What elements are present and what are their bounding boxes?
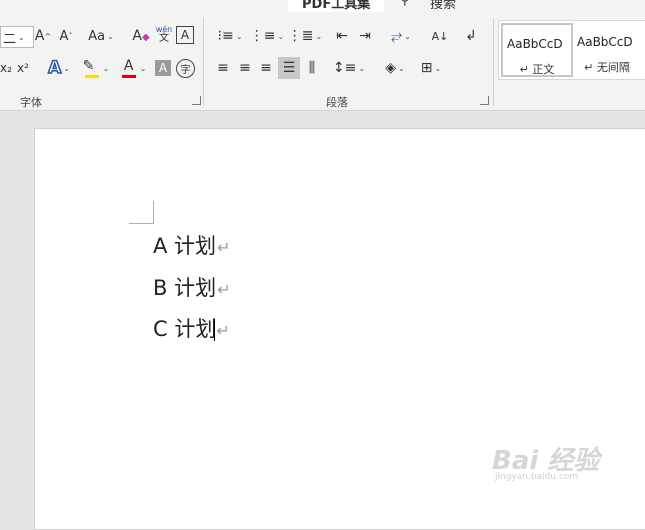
font-color-button[interactable]: A ⌄ (116, 58, 150, 78)
style-no-spacing[interactable]: AaBbCcD ↵ 无间隔 (573, 23, 641, 74)
ribbon-tab-bar: PDF工具集 ⚲ 搜索 (0, 0, 645, 12)
font-size-dropdown[interactable]: 二 ⌄ (0, 26, 34, 48)
highlight-color-button[interactable]: ✎ ⌄ (80, 58, 112, 78)
subscript-button[interactable]: x₂ (0, 58, 12, 78)
decrease-indent-icon: ⇤ (336, 28, 348, 44)
line-spacing-button[interactable]: ↕≡ ⌄ (332, 58, 366, 78)
highlighter-icon: ✎ (83, 58, 101, 78)
change-case-icon: Aa (88, 28, 106, 44)
clear-format-icon: A◆ (132, 28, 150, 44)
character-border-button[interactable]: A (176, 26, 194, 44)
multilevel-list-button[interactable]: ⋮≣ ⌄ (288, 26, 322, 46)
paragraph-dialog-launcher-icon[interactable] (480, 96, 489, 105)
align-left-button[interactable]: ≡ (213, 58, 233, 78)
sort-button[interactable]: A↓ (430, 26, 450, 46)
paragraph-1[interactable]: A 计划↵ (153, 230, 230, 260)
paragraph-group-label: 段落 (326, 96, 348, 109)
character-shading-button[interactable]: A (155, 60, 171, 76)
superscript-icon: x² (17, 61, 29, 75)
bullets-button[interactable]: ⁝≡ ⌄ (213, 26, 247, 46)
superscript-button[interactable]: x² (16, 58, 30, 78)
paint-bucket-icon: ◈ (385, 60, 397, 76)
paragraph-mark-icon: ↵ (216, 321, 230, 340)
paragraph-mark-icon: ↵ (217, 238, 231, 257)
grow-font-icon: A (34, 28, 45, 44)
increase-indent-button[interactable]: ⇥ (355, 26, 375, 46)
enclose-characters-icon: 字 (180, 65, 191, 76)
paragraph-mark-icon: ↵ (217, 280, 231, 299)
grow-font-button[interactable]: A ^ (34, 26, 52, 46)
subscript-icon: x₂ (0, 61, 12, 75)
text-effects-icon: A (47, 57, 62, 79)
show-formatting-marks-button[interactable]: ↲ (461, 26, 481, 46)
align-right-icon: ≡ (260, 60, 272, 76)
search-icon[interactable]: ⚲ (400, 0, 410, 8)
style-normal[interactable]: AaBbCcD ↵ 正文 (501, 23, 573, 77)
font-dialog-launcher-icon[interactable] (192, 96, 201, 105)
font-color-icon: A (120, 58, 138, 78)
phonetic-guide-button[interactable]: wén 文 (155, 24, 173, 44)
style-name: ↵ 无间隔 (584, 61, 630, 74)
paragraph-3[interactable]: C 计划↵ (153, 313, 230, 343)
character-border-icon: A (180, 28, 190, 42)
group-separator (493, 18, 494, 106)
distributed-icon: ⫼ (308, 60, 316, 76)
shrink-font-icon: A (59, 28, 69, 44)
clear-formatting-button[interactable]: A◆ (131, 26, 151, 46)
align-center-icon: ≡ (239, 60, 251, 76)
bullet-list-icon: ⁝≡ (217, 28, 234, 44)
increase-indent-icon: ⇥ (359, 28, 371, 44)
sort-az-icon: A↓ (431, 29, 449, 43)
align-center-button[interactable]: ≡ (235, 58, 255, 78)
baidu-watermark: Bai 经验 jingyan.baidu.com (492, 440, 599, 482)
font-size-value: 二 (3, 31, 17, 47)
tab-pdf-tools[interactable]: PDF工具集 (288, 0, 385, 12)
style-sample-text: AaBbCcD (507, 37, 563, 51)
borders-button[interactable]: ⊞ ⌄ (414, 58, 448, 78)
decrease-indent-button[interactable]: ⇤ (332, 26, 352, 46)
text-effects-button[interactable]: A ⌄ (44, 57, 74, 79)
chevron-down-icon: ⌄ (18, 32, 25, 42)
show-marks-icon: ↲ (465, 28, 477, 44)
font-group-label: 字体 (20, 96, 42, 109)
chinese-layout-icon: ⥂ (391, 28, 403, 44)
line-spacing-icon: ↕≡ (332, 60, 357, 76)
multilevel-list-icon: ⋮≣ (287, 28, 314, 44)
change-case-button[interactable]: Aa ⌄ (86, 26, 116, 46)
style-sample-text: AaBbCcD (577, 35, 633, 49)
shading-button[interactable]: ◈ ⌄ (378, 58, 412, 78)
style-name: ↵ 正文 (519, 63, 555, 76)
align-left-icon: ≡ (217, 60, 229, 76)
margin-corner-mark (129, 201, 154, 224)
chinese-layout-button[interactable]: ⥂ ⌄ (384, 26, 418, 46)
ribbon: 二 ⌄ A ^ Aˇ Aa ⌄ A◆ wén 文 A x₂ x² A ⌄ ✎ ⌄ A ⌄ A… (0, 12, 645, 111)
enclose-characters-button[interactable]: 字 (176, 59, 195, 78)
tab-search[interactable]: 搜索 (430, 0, 456, 12)
group-separator (203, 18, 204, 106)
shrink-font-button[interactable]: Aˇ (57, 26, 75, 46)
borders-icon: ⊞ (420, 60, 433, 76)
character-shading-icon: A (158, 61, 168, 75)
numbering-button[interactable]: ⋮≡ ⌄ (250, 26, 284, 46)
watermark-url: jingyan.baidu.com (495, 472, 579, 482)
phonetic-bottom-text: 文 (159, 33, 169, 44)
align-right-button[interactable]: ≡ (256, 58, 276, 78)
styles-gallery: AaBbCcD ↵ 正文 AaBbCcD ↵ 无间隔 (498, 20, 645, 80)
distributed-button[interactable]: ⫼ (302, 58, 322, 78)
justify-button[interactable]: ☰ (278, 57, 300, 79)
paragraph-2[interactable]: B 计划↵ (153, 272, 231, 302)
numbered-list-icon: ⋮≡ (249, 28, 276, 44)
justify-icon: ☰ (282, 60, 296, 76)
